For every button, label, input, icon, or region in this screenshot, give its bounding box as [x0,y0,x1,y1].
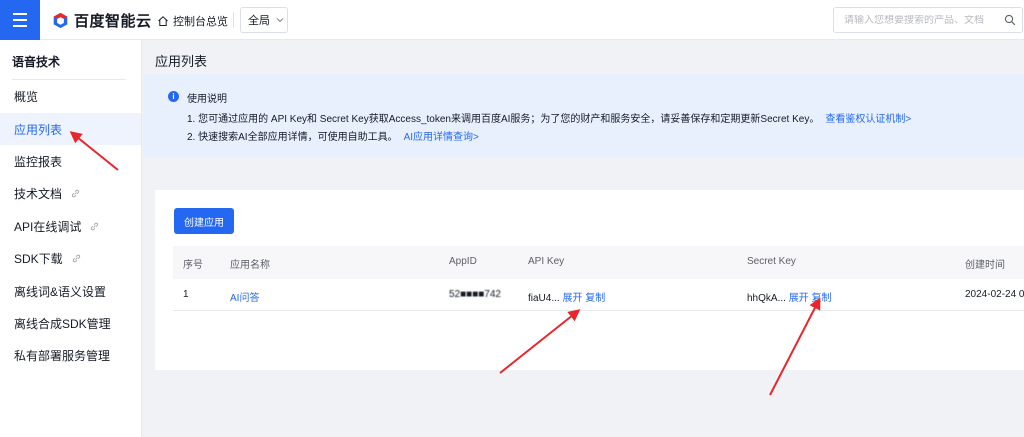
table-header: 序号 应用名称 AppID API Key Secret Key 创建时间 [173,246,1024,279]
column-header-name: 应用名称 [230,260,270,271]
sidebar-item-overview[interactable]: 概览 [0,80,141,112]
sidebar-item-offline-sdk[interactable]: 离线合成SDK管理 [0,307,141,339]
notice-line-1: 1. 您可通过应用的 API Key和 Secret Key获取Access_t… [187,110,911,125]
top-bar: 百度智能云 控制台总览 全局 [0,0,1024,40]
app-list-card: 创建应用 序号 应用名称 AppID API Key Secret Key 创建… [155,190,1024,370]
sidebar-item-docs[interactable]: 技术文档 [0,177,141,209]
sidebar-item-label: SDK下载 [14,251,63,266]
cloud-logo-icon [53,12,68,29]
notice-line-2-text: 2. 快速搜索AI全部应用详情，可使用自助工具。 [187,132,398,143]
home-icon [158,16,168,26]
menu-icon[interactable] [0,0,40,40]
global-search[interactable] [833,7,1023,33]
logo-text: 百度智能云 [74,13,152,30]
api-key-expand-link[interactable]: 展开 [562,293,582,304]
sidebar-item-label: 概览 [14,89,39,104]
column-header-secret-key: Secret Key [747,256,796,267]
sidebar-item-label: 监控报表 [14,154,63,169]
created-time-value: 2024-02-24 0 [965,289,1024,300]
search-icon[interactable] [1004,14,1016,26]
sidebar-item-label: 技术文档 [14,186,63,201]
sidebar-item-label: 离线词&语义设置 [14,284,107,299]
link-icon [72,254,80,262]
secret-key-cell: hhQkA... 展开 复制 [747,289,831,304]
usage-notice: i 使用说明 1. 您可通过应用的 API Key和 Secret Key获取A… [143,74,1024,157]
sidebar-title: 语音技术 [12,55,61,69]
logo[interactable]: 百度智能云 [52,10,152,31]
page-title: 应用列表 [155,54,208,69]
sidebar-item-monitoring[interactable]: 监控报表 [0,145,141,177]
chevron-down-icon [276,18,284,23]
sidebar-item-api-debug[interactable]: API在线调试 [0,210,141,242]
console-overview-link[interactable]: 控制台总览 [157,13,228,29]
app-name-link[interactable]: AI问答 [230,289,259,304]
secret-key-value: hhQkA... [747,293,786,304]
sidebar-item-app-list[interactable]: 应用列表 [0,113,141,145]
secret-key-expand-link[interactable]: 展开 [789,293,809,304]
column-header-index: 序号 [183,260,203,271]
sidebar: 语音技术 概览 应用列表 监控报表 技术文档 API在线调试 SDK下载 离线词… [0,40,142,437]
link-icon [91,222,99,230]
sidebar-item-label: 应用列表 [14,122,63,137]
info-icon: i [168,91,179,102]
sidebar-item-label: 私有部署服务管理 [14,348,111,363]
api-key-copy-link[interactable]: 复制 [585,293,605,304]
search-input[interactable] [844,14,994,26]
header-divider [233,12,234,28]
sidebar-item-sdk-download[interactable]: SDK下载 [0,242,141,274]
notice-title: 使用说明 [187,94,227,105]
api-key-value: fiaU4... [528,293,560,304]
sidebar-item-offline-words[interactable]: 离线词&语义设置 [0,275,141,307]
column-header-created: 创建时间 [965,260,1005,271]
auth-docs-link[interactable]: 查看鉴权认证机制> [825,114,911,125]
console-overview-label: 控制台总览 [173,16,228,28]
table-row: 1 AI问答 52■■■■742 fiaU4... 展开 复制 hhQkA...… [173,279,1024,311]
link-icon [71,189,80,197]
notice-line-1-text: 1. 您可通过应用的 API Key和 Secret Key获取Access_t… [187,114,820,125]
sidebar-item-label: API在线调试 [14,219,82,234]
row-index: 1 [183,289,189,300]
app-id-value: 52■■■■742 [449,289,501,300]
notice-line-2: 2. 快速搜索AI全部应用详情，可使用自助工具。 AI应用详情查询> [187,128,479,143]
secret-key-copy-link[interactable]: 复制 [811,293,831,304]
sidebar-item-private-deploy[interactable]: 私有部署服务管理 [0,339,141,371]
api-key-cell: fiaU4... 展开 复制 [528,289,605,304]
app-query-link[interactable]: AI应用详情查询> [404,132,479,143]
region-select[interactable]: 全局 [240,7,288,33]
create-app-button[interactable]: 创建应用 [174,208,234,234]
column-header-appid: AppID [449,256,477,267]
sidebar-item-label: 离线合成SDK管理 [14,316,111,331]
region-label: 全局 [248,15,270,27]
column-header-api-key: API Key [528,256,565,267]
